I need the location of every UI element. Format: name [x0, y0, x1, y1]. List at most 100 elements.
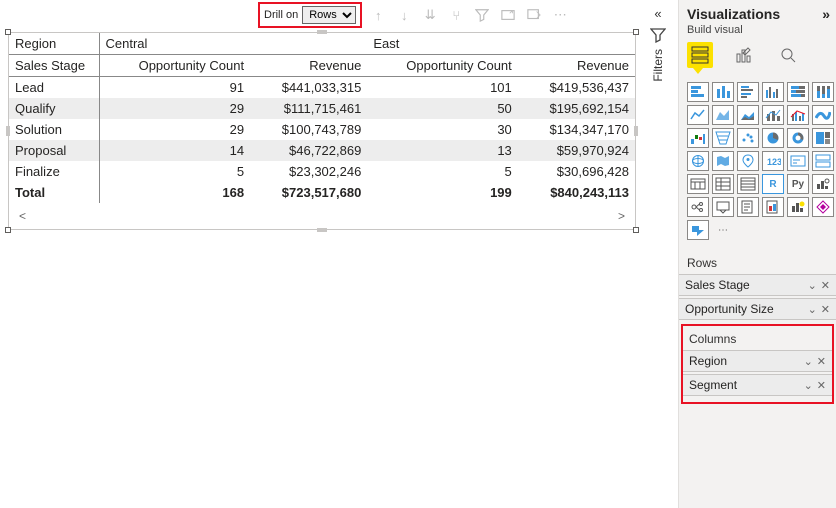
remove-field-icon[interactable]: ✕	[817, 355, 826, 368]
rows-section-label: Rows	[679, 246, 836, 274]
collapse-viz-icon[interactable]: »	[822, 6, 830, 22]
focus-mode-icon[interactable]	[500, 7, 516, 23]
viz-title: Visualizations	[687, 6, 780, 22]
col-header-central[interactable]: Central	[99, 33, 367, 55]
slicer-icon[interactable]	[712, 174, 734, 194]
stacked-bar-100-icon[interactable]	[787, 82, 809, 102]
chevron-down-icon[interactable]: ⌄	[804, 379, 813, 392]
python-visual-icon[interactable]	[812, 174, 834, 194]
viz-subtitle: Build visual	[679, 24, 836, 40]
remove-field-icon[interactable]: ✕	[821, 303, 830, 316]
card-icon[interactable]	[787, 151, 809, 171]
drill-up-icon[interactable]: ↑	[370, 7, 386, 23]
build-visual-tab[interactable]	[687, 42, 713, 68]
svg-text:123: 123	[767, 157, 781, 167]
field-label: Region	[689, 354, 727, 368]
row-header-stage: Sales Stage	[9, 55, 99, 77]
get-more-visuals-icon[interactable]: ⋯	[712, 220, 734, 240]
measure-header: Revenue	[518, 55, 635, 77]
scroll-right-icon[interactable]: >	[618, 209, 625, 223]
total-row: Total168$723,517,680199$840,243,113	[9, 182, 635, 203]
power-apps-icon[interactable]	[812, 197, 834, 217]
ribbon-chart-icon[interactable]	[812, 105, 834, 125]
filters-label: Filters	[651, 49, 665, 82]
scroll-left-icon[interactable]: <	[19, 209, 26, 223]
azure-map-icon[interactable]	[737, 151, 759, 171]
remove-field-icon[interactable]: ✕	[821, 279, 830, 292]
chevron-down-icon[interactable]: ⌄	[808, 303, 817, 316]
rows-field-sales-stage[interactable]: Sales Stage ⌄ ✕	[679, 274, 836, 296]
line-clustered-column-icon[interactable]	[787, 105, 809, 125]
drill-down-icon[interactable]: ↓	[396, 7, 412, 23]
filled-map-icon[interactable]	[712, 151, 734, 171]
stacked-bar-icon[interactable]	[687, 82, 709, 102]
r-visual-icon[interactable]: Py	[787, 174, 809, 194]
columns-field-region[interactable]: Region ⌄ ✕	[683, 350, 832, 372]
drill-on-select[interactable]: Rows	[302, 6, 356, 24]
format-visual-tab[interactable]	[731, 42, 757, 68]
treemap-icon[interactable]	[812, 128, 834, 148]
key-influencers-icon[interactable]	[687, 197, 709, 217]
visualizations-pane: Visualizations » Build visual	[678, 0, 836, 508]
measure-header: Opportunity Count	[367, 55, 517, 77]
donut-chart-icon[interactable]	[787, 128, 809, 148]
field-label: Segment	[689, 378, 737, 392]
filter-icon[interactable]	[474, 7, 490, 23]
stacked-area-icon[interactable]	[737, 105, 759, 125]
waterfall-icon[interactable]	[687, 128, 709, 148]
area-chart-icon[interactable]	[712, 105, 734, 125]
table-row[interactable]: Lead91$441,033,315101$419,536,437	[9, 77, 635, 99]
expand-all-icon[interactable]: ⇊	[422, 7, 438, 23]
matrix-icon[interactable]: R	[762, 174, 784, 194]
rows-field-opportunity-size[interactable]: Opportunity Size ⌄ ✕	[679, 298, 836, 320]
table-row[interactable]: Solution29$100,743,78930$134,347,170	[9, 119, 635, 140]
map-icon[interactable]	[687, 151, 709, 171]
funnel-icon	[650, 27, 666, 43]
smart-narrative-icon[interactable]	[762, 197, 784, 217]
kpi-icon[interactable]	[687, 174, 709, 194]
gauge-icon[interactable]: 123	[762, 151, 784, 171]
line-chart-icon[interactable]	[687, 105, 709, 125]
line-stacked-column-icon[interactable]	[762, 105, 784, 125]
qa-visual-icon[interactable]	[737, 197, 759, 217]
pie-chart-icon[interactable]	[762, 128, 784, 148]
table-row[interactable]: Proposal14$46,722,86913$59,970,924	[9, 140, 635, 161]
drill-on-label: Drill on	[264, 9, 298, 21]
clustered-bar-icon[interactable]	[737, 82, 759, 102]
multi-row-card-icon[interactable]	[812, 151, 834, 171]
filters-pane-collapsed[interactable]: « Filters	[646, 6, 670, 82]
chevron-down-icon[interactable]: ⌄	[808, 279, 817, 292]
pin-icon[interactable]	[526, 7, 542, 23]
funnel-chart-icon[interactable]	[712, 128, 734, 148]
field-label: Sales Stage	[685, 278, 750, 292]
col-header-east[interactable]: East	[367, 33, 635, 55]
expand-next-icon[interactable]: ⑂	[448, 7, 464, 23]
clustered-column-icon[interactable]	[762, 82, 784, 102]
drill-on-control[interactable]: Drill on Rows	[258, 2, 362, 28]
chevron-down-icon[interactable]: ⌄	[804, 355, 813, 368]
columns-field-segment[interactable]: Segment ⌄ ✕	[683, 374, 832, 396]
measure-header: Revenue	[250, 55, 367, 77]
visual-toolbar: Drill on Rows ↑ ↓ ⇊ ⑂ ⋯	[8, 0, 636, 30]
measure-header: Opportunity Count	[99, 55, 250, 77]
expand-filters-icon[interactable]: «	[654, 6, 661, 21]
columns-section-label: Columns	[683, 326, 832, 350]
stacked-column-100-icon[interactable]	[812, 82, 834, 102]
field-label: Opportunity Size	[685, 302, 774, 316]
table-icon[interactable]	[737, 174, 759, 194]
decomposition-tree-icon[interactable]	[712, 197, 734, 217]
more-options-icon[interactable]: ⋯	[552, 7, 568, 23]
paginated-report-icon[interactable]	[787, 197, 809, 217]
analytics-tab[interactable]	[775, 42, 801, 68]
horizontal-scrollbar[interactable]: < >	[9, 203, 635, 229]
visual-type-gallery: 123 R Py ⋯	[679, 76, 836, 246]
row-header-region: Region	[9, 33, 99, 55]
scatter-icon[interactable]	[737, 128, 759, 148]
power-automate-icon[interactable]	[687, 220, 709, 240]
table-row[interactable]: Finalize5$23,302,2465$30,696,428	[9, 161, 635, 182]
columns-section-highlight: Columns Region ⌄ ✕ Segment ⌄ ✕	[681, 324, 834, 404]
stacked-column-icon[interactable]	[712, 82, 734, 102]
matrix-visual[interactable]: Region Central East Sales Stage Opportun…	[8, 32, 636, 230]
remove-field-icon[interactable]: ✕	[817, 379, 826, 392]
table-row[interactable]: Qualify29$111,715,46150$195,692,154	[9, 98, 635, 119]
